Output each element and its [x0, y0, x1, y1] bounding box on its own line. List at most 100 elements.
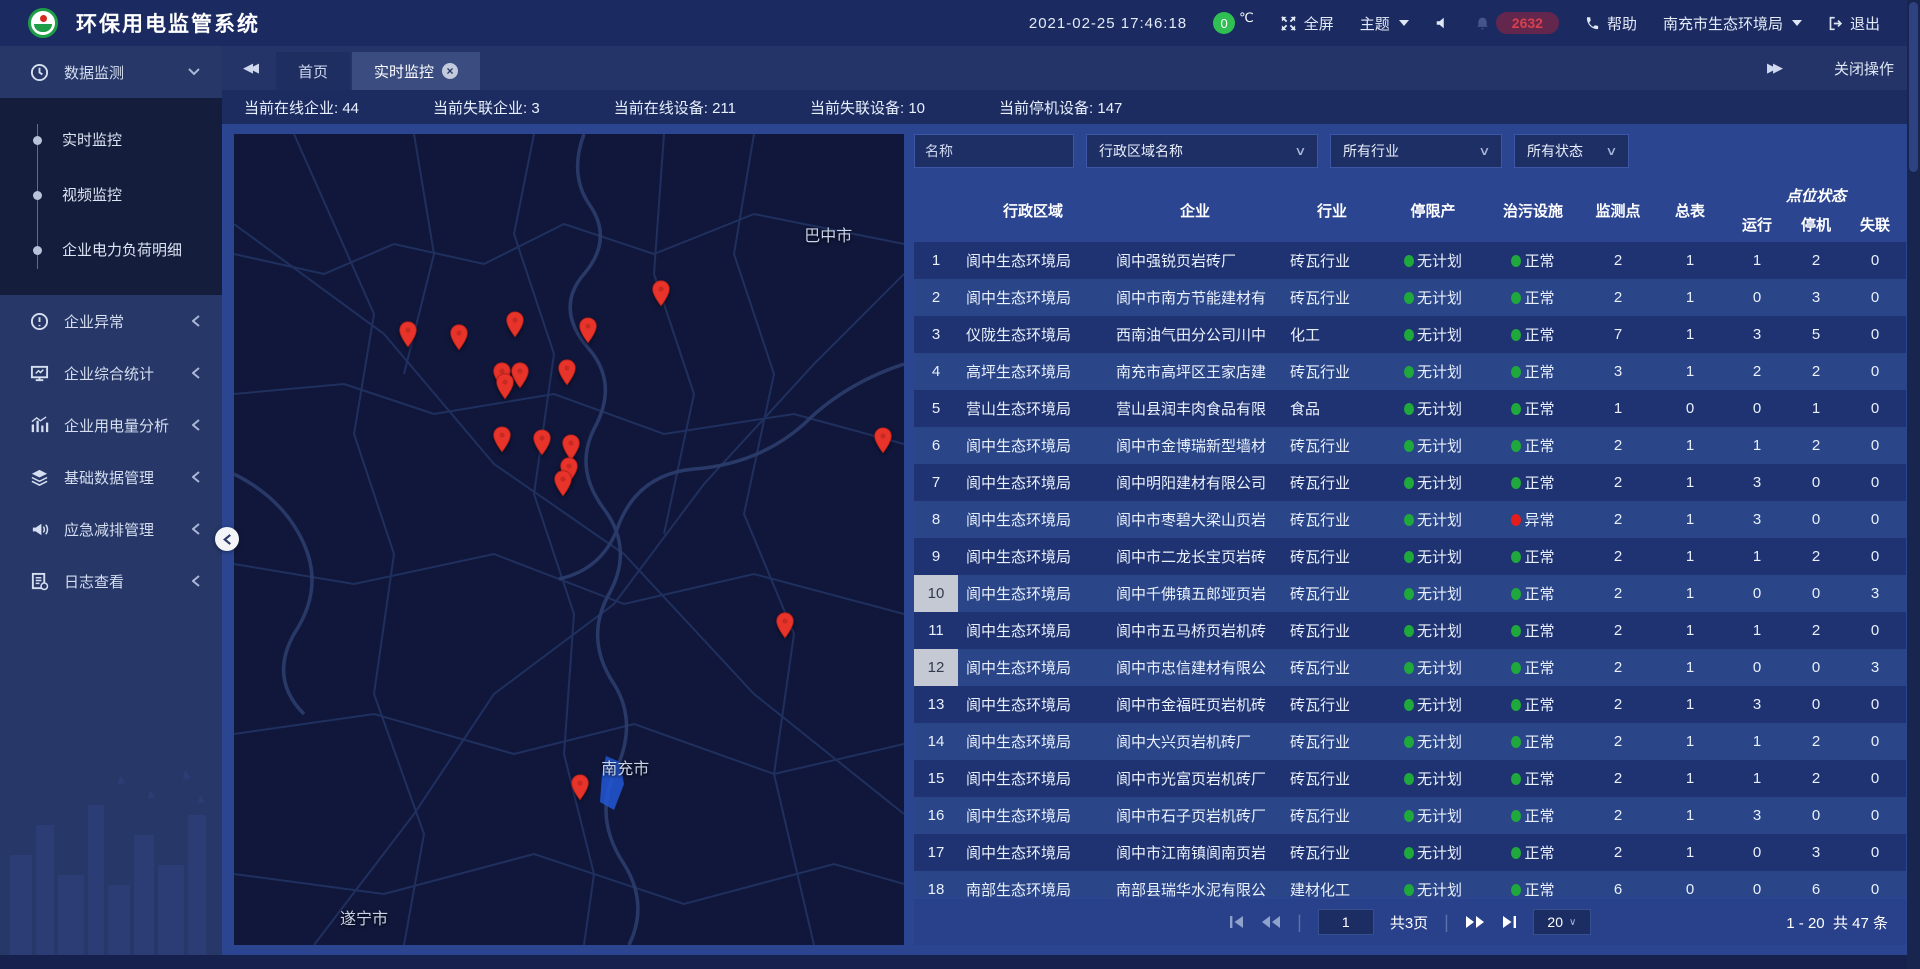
table-row[interactable]: 18南部生态环境局南部县瑞华水泥有限公建材化工无计划正常60060 [914, 871, 1906, 897]
chevron-left-icon [192, 523, 200, 535]
cell-industry: 砖瓦行业 [1282, 472, 1382, 493]
first-page-button[interactable] [1229, 915, 1245, 929]
cell-facility: 正常 [1484, 361, 1582, 382]
sidebar-item-enterprise-statistics[interactable]: 企业综合统计 [0, 347, 222, 399]
cell-meters: 1 [1654, 733, 1726, 750]
gauge-icon [28, 63, 50, 82]
tab-bar: ◀◀ 首页 实时监控 × ▶▶ 关闭操作 [222, 46, 1920, 90]
tabs-scroll-left-button[interactable]: ◀◀ [222, 46, 276, 90]
cell-limit: 无计划 [1382, 287, 1484, 308]
status-filter-select[interactable]: 所有状态 ∨ [1514, 134, 1629, 168]
status-dot-green [1511, 699, 1521, 711]
fullscreen-label: 全屏 [1304, 13, 1334, 34]
map-pin-icon[interactable] [493, 426, 512, 453]
window-scrollbar[interactable] [1907, 0, 1920, 969]
tab-close-icon[interactable]: × [442, 63, 458, 79]
table-row[interactable]: 1阆中生态环境局阆中强锐页岩砖厂砖瓦行业无计划正常21120 [914, 242, 1906, 279]
map-pin-icon[interactable] [553, 470, 572, 497]
map-pin-icon[interactable] [450, 324, 469, 351]
prev-page-button[interactable] [1261, 915, 1281, 929]
table-row[interactable]: 14阆中生态环境局阆中大兴页岩机砖厂砖瓦行业无计划正常21120 [914, 723, 1906, 760]
map-pin-icon[interactable] [873, 427, 892, 454]
theme-dropdown[interactable]: 主题 [1360, 13, 1409, 34]
table-row[interactable]: 6阆中生态环境局阆中市金博瑞新型墙材砖瓦行业无计划正常21120 [914, 427, 1906, 464]
cell-region: 阆中生态环境局 [958, 768, 1108, 789]
close-operations-button[interactable]: 关闭操作 [1834, 58, 1894, 79]
map-pin-icon[interactable] [570, 774, 589, 801]
table-row[interactable]: 15阆中生态环境局阆中市光富页岩机砖厂砖瓦行业无计划正常21120 [914, 760, 1906, 797]
status-dot-green [1511, 366, 1521, 378]
sidebar-item-realtime-monitor[interactable]: 实时监控 [0, 112, 222, 167]
log-document-icon [28, 572, 50, 591]
logout-button[interactable]: 退出 [1828, 13, 1880, 34]
cell-industry: 砖瓦行业 [1282, 731, 1382, 752]
next-page-button[interactable] [1465, 915, 1485, 929]
map-pin-icon[interactable] [533, 429, 552, 456]
cell-stop: 2 [1788, 437, 1844, 454]
org-dropdown[interactable]: 南充市生态环境局 [1663, 13, 1802, 34]
bullet-dot-icon [33, 191, 42, 200]
map-pin-icon[interactable] [399, 321, 418, 348]
cell-company: 阆中市二龙长宝页岩砖 [1108, 546, 1282, 567]
sidebar-item-power-analysis[interactable]: 企业用电量分析 [0, 399, 222, 451]
fullscreen-button[interactable]: 全屏 [1280, 13, 1334, 34]
table-row[interactable]: 4高坪生态环境局南充市高坪区王家店建砖瓦行业无计划正常31220 [914, 353, 1906, 390]
sidebar-item-emergency-reduction[interactable]: 应急减排管理 [0, 503, 222, 555]
sidebar-item-enterprise-abnormal[interactable]: 企业异常 [0, 295, 222, 347]
table-row[interactable]: 16阆中生态环境局阆中市石子页岩机砖厂砖瓦行业无计划正常21300 [914, 797, 1906, 834]
tab-realtime-monitor[interactable]: 实时监控 × [352, 52, 480, 90]
region-filter-select[interactable]: 行政区域名称 ∨ [1086, 134, 1318, 168]
sidebar-item-video-monitor[interactable]: 视频监控 [0, 167, 222, 222]
cell-industry: 砖瓦行业 [1282, 768, 1382, 789]
cell-stop: 0 [1788, 659, 1844, 676]
tabs-scroll-right-button[interactable]: ▶▶ [1746, 46, 1800, 90]
cell-index: 4 [914, 363, 958, 380]
cell-index: 1 [914, 252, 958, 269]
cell-points: 2 [1582, 807, 1654, 824]
table-row[interactable]: 2阆中生态环境局阆中市南方节能建材有砖瓦行业无计划正常21030 [914, 279, 1906, 316]
map-pin-icon[interactable] [651, 280, 670, 307]
table-row[interactable]: 11阆中生态环境局阆中市五马桥页岩机砖砖瓦行业无计划正常21120 [914, 612, 1906, 649]
table-row[interactable]: 10阆中生态环境局阆中千佛镇五郎垭页岩砖瓦行业无计划正常21003 [914, 575, 1906, 612]
sidebar-collapse-handle[interactable] [215, 527, 239, 551]
table-row[interactable]: 17阆中生态环境局阆中市江南镇阆南页岩砖瓦行业无计划正常21030 [914, 834, 1906, 871]
last-page-button[interactable] [1501, 915, 1517, 929]
map-pin-icon[interactable] [557, 359, 576, 386]
alert-circle-icon [28, 312, 50, 331]
name-filter-input[interactable] [914, 134, 1074, 168]
sidebar-item-log-view[interactable]: 日志查看 [0, 555, 222, 607]
tab-home[interactable]: 首页 [276, 52, 350, 90]
cell-lost: 0 [1844, 770, 1906, 787]
table-row[interactable]: 9阆中生态环境局阆中市二龙长宝页岩砖砖瓦行业无计划正常21120 [914, 538, 1906, 575]
industry-filter-select[interactable]: 所有行业 ∨ [1330, 134, 1502, 168]
notification-badge[interactable]: 2632 [1475, 12, 1559, 34]
cell-region: 阆中生态环境局 [958, 583, 1108, 604]
cell-points: 1 [1582, 400, 1654, 417]
scrollbar-thumb[interactable] [1909, 2, 1918, 172]
page-size-select[interactable]: 20 ∨ [1533, 909, 1591, 935]
mute-button[interactable] [1435, 16, 1449, 30]
sidebar-item-power-load-detail[interactable]: 企业电力负荷明细 [0, 222, 222, 277]
table-row[interactable]: 7阆中生态环境局阆中明阳建材有限公司砖瓦行业无计划正常21300 [914, 464, 1906, 501]
table-row[interactable]: 8阆中生态环境局阆中市枣碧大梁山页岩砖瓦行业无计划异常21300 [914, 501, 1906, 538]
cell-run: 3 [1726, 807, 1788, 824]
map-panel[interactable]: 巴中市南充市遂宁市 [234, 134, 904, 945]
cell-company: 阆中大兴页岩机砖厂 [1108, 731, 1282, 752]
table-row[interactable]: 13阆中生态环境局阆中市金福旺页岩机砖砖瓦行业无计划正常21300 [914, 686, 1906, 723]
map-pin-icon[interactable] [505, 311, 524, 338]
map-pin-icon[interactable] [775, 612, 794, 639]
table-row[interactable]: 5营山生态环境局营山县润丰肉食品有限食品无计划正常10010 [914, 390, 1906, 427]
cell-points: 2 [1582, 474, 1654, 491]
cell-limit: 无计划 [1382, 398, 1484, 419]
map-pin-icon[interactable] [495, 373, 514, 400]
table-row[interactable]: 12阆中生态环境局阆中市忠信建材有限公砖瓦行业无计划正常21003 [914, 649, 1906, 686]
filter-bar: 行政区域名称 ∨ 所有行业 ∨ 所有状态 ∨ [914, 134, 1906, 170]
status-dot-green [1404, 514, 1414, 526]
sidebar-item-data-monitor[interactable]: 数据监测 [0, 46, 222, 98]
help-button[interactable]: 帮助 [1585, 13, 1637, 34]
page-number-input[interactable] [1318, 909, 1374, 935]
map-pin-icon[interactable] [578, 317, 597, 344]
cell-facility: 正常 [1484, 657, 1582, 678]
sidebar-item-base-data[interactable]: 基础数据管理 [0, 451, 222, 503]
table-row[interactable]: 3仪陇生态环境局西南油气田分公司川中化工无计划正常71350 [914, 316, 1906, 353]
